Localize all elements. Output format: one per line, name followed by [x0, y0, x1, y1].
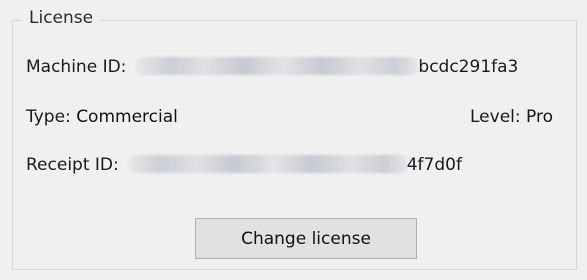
license-type-label: Type:	[26, 107, 71, 127]
license-level-label: Level:	[470, 107, 521, 127]
receipt-id-label: Receipt ID:	[26, 155, 119, 175]
machine-id-label: Machine ID:	[26, 57, 127, 77]
license-type-row: Type: Commercial	[26, 106, 178, 128]
receipt-id-row: Receipt ID: 4f7d0f	[26, 154, 462, 176]
receipt-id-visible-suffix: 4f7d0f	[406, 155, 462, 175]
license-group-title: License	[22, 8, 101, 28]
license-level-row: Level: Pro	[470, 106, 553, 128]
machine-id-row: Machine ID: bcdc291fa3	[26, 56, 518, 78]
license-type-value: Commercial	[76, 107, 178, 127]
license-panel: License Machine ID: bcdc291fa3 Type: Comm…	[0, 0, 587, 280]
change-license-button[interactable]: Change license	[195, 218, 417, 259]
machine-id-visible-suffix: bcdc291fa3	[418, 57, 519, 77]
machine-id-redacted-value	[136, 57, 419, 75]
license-level-value: Pro	[526, 107, 553, 127]
receipt-id-redacted-value	[128, 155, 407, 173]
